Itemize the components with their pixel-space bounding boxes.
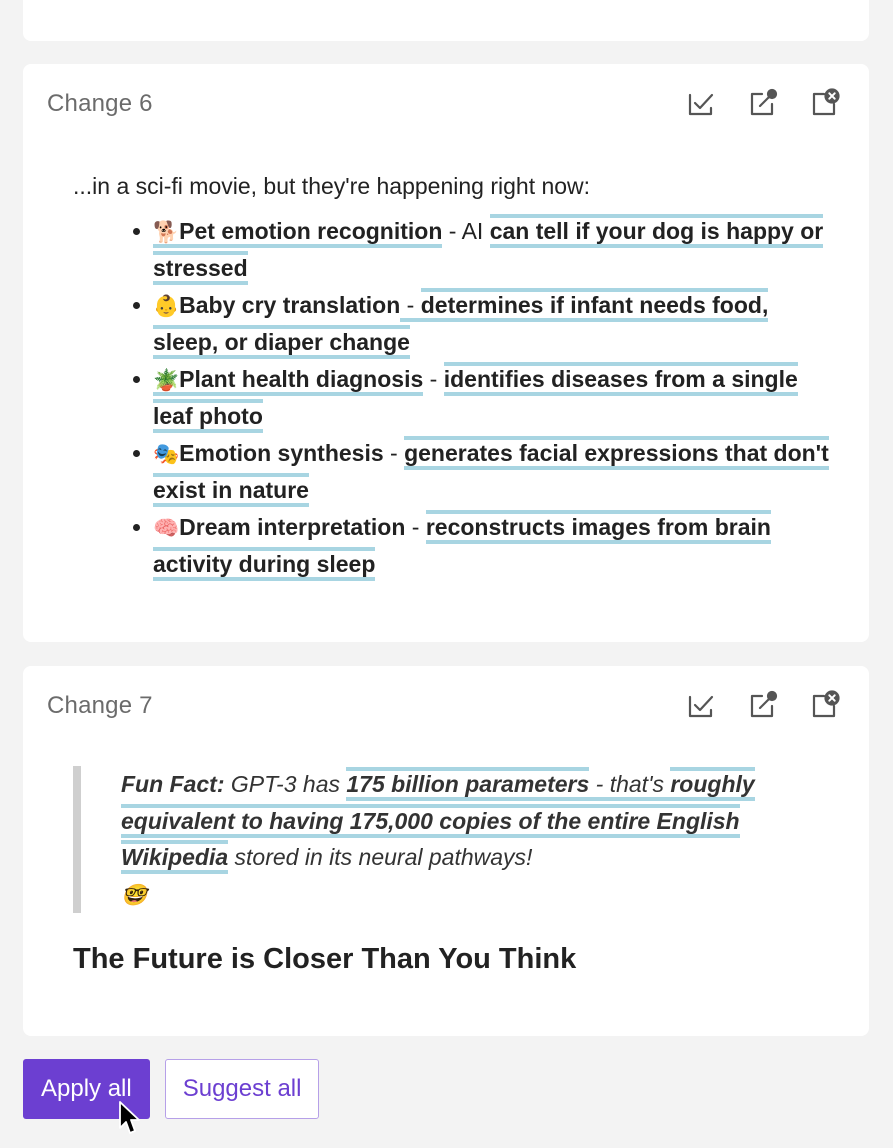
item-separator: - (383, 439, 405, 466)
reject-icon (812, 88, 840, 116)
change-content: ...in a sci-fi movie, but they're happen… (73, 168, 829, 583)
plant-icon: 🪴 (153, 367, 180, 392)
item-label: Baby cry translation (179, 291, 401, 318)
feature-list: 🐕Pet emotion recognition - AI can tell i… (73, 213, 829, 583)
change-title: Change 6 (47, 90, 153, 117)
accept-icon (688, 93, 714, 116)
change-card-header: Change 7 (23, 666, 869, 742)
suggest-all-button[interactable]: Suggest all (164, 1059, 320, 1119)
quote-highlight: 175 billion parameters (346, 767, 590, 801)
change-card-previous (23, 0, 869, 41)
masks-icon: 🎭 (153, 441, 180, 466)
change-title: Change 7 (47, 692, 153, 719)
suggest-change-button[interactable] (747, 688, 779, 722)
brain-icon: 🧠 (153, 515, 180, 540)
item-label: Emotion synthesis (179, 439, 384, 466)
list-item: 🐕Pet emotion recognition - AI can tell i… (133, 213, 829, 287)
accept-change-button[interactable] (685, 86, 717, 120)
item-separator: - (400, 291, 421, 322)
item-label: Pet emotion recognition (179, 217, 443, 244)
item-label: Plant health diagnosis (179, 365, 424, 392)
quote-text: - that's (589, 771, 671, 801)
item-separator: - (405, 513, 426, 540)
reject-change-button[interactable] (809, 86, 841, 120)
change-actions (685, 688, 841, 722)
dog-icon: 🐕 (153, 219, 180, 244)
item-label: Dream interpretation (179, 513, 406, 540)
mouse-cursor-icon (119, 1101, 140, 1134)
change-card-header: Change 6 (23, 64, 869, 140)
nerd-face-icon: 🤓 (121, 882, 148, 907)
quote-text: GPT-3 has (224, 771, 347, 797)
change-content: Fun Fact: GPT-3 has 175 billion paramete… (73, 766, 779, 978)
baby-icon: 👶 (153, 293, 180, 318)
bulk-actions: Apply all Suggest all (23, 1059, 320, 1119)
list-item: 🧠Dream interpretation - reconstructs ima… (133, 509, 829, 583)
item-separator: - (442, 217, 462, 244)
quote-lead: Fun Fact: (121, 771, 225, 797)
item-separator: - (423, 365, 444, 392)
change-card-6: Change 6 ...in a sci-fi movie, but they'… (23, 64, 869, 642)
change-card-7: Change 7 Fun Fact: GPT-3 has 175 billion… (23, 666, 869, 1036)
section-heading: The Future is Closer Than You Think (73, 943, 577, 975)
reject-change-button[interactable] (809, 688, 841, 722)
item-prefix: AI (461, 217, 490, 244)
quote-text: stored in its neural pathways! (228, 844, 533, 870)
suggest-change-button[interactable] (747, 86, 779, 120)
list-item: 🎭Emotion synthesis - generates facial ex… (133, 435, 829, 509)
suggest-icon (750, 690, 778, 718)
accept-change-button[interactable] (685, 688, 717, 722)
fun-fact-quote: Fun Fact: GPT-3 has 175 billion paramete… (73, 766, 779, 913)
list-item: 👶Baby cry translation - determines if in… (133, 287, 829, 361)
suggest-icon (750, 88, 778, 116)
intro-text: ...in a sci-fi movie, but they're happen… (73, 173, 591, 199)
change-actions (685, 86, 841, 120)
list-item: 🪴Plant health diagnosis - identifies dis… (133, 361, 829, 435)
accept-icon (688, 695, 714, 718)
reject-icon (812, 690, 840, 718)
